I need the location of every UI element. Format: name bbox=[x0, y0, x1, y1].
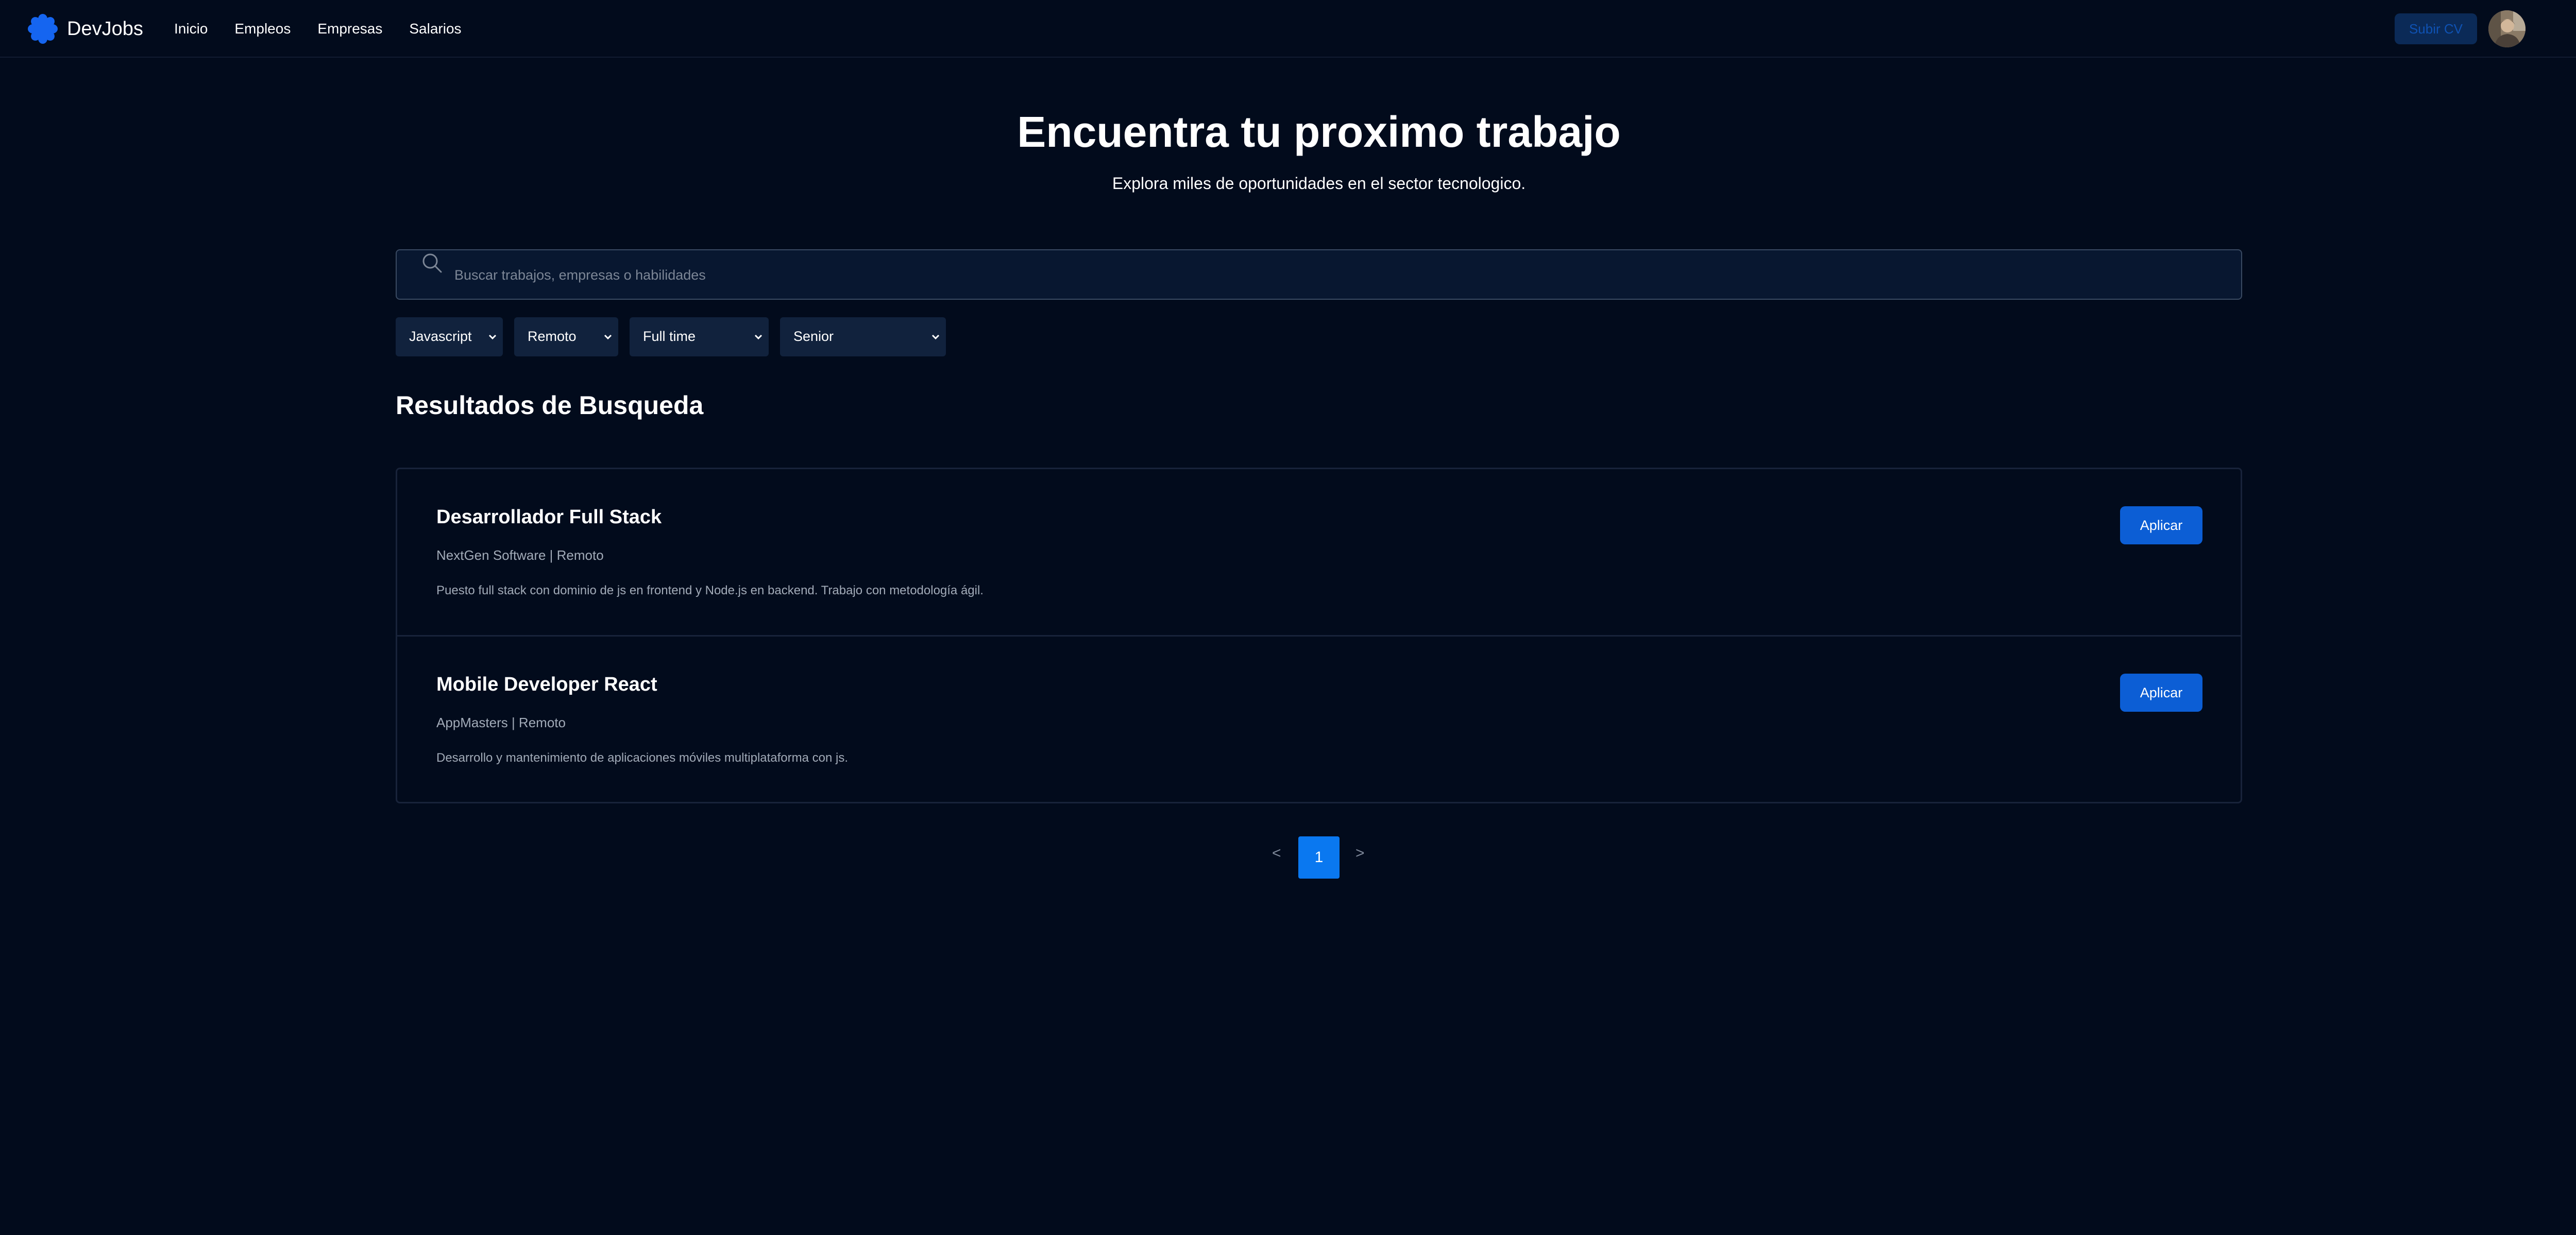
search-icon bbox=[422, 253, 442, 273]
filter-location-select[interactable]: Remoto bbox=[514, 317, 618, 356]
avatar[interactable] bbox=[2488, 10, 2526, 47]
job-list: Desarrollador Full Stack NextGen Softwar… bbox=[396, 468, 2242, 803]
filter-contract-value: Full time bbox=[643, 329, 696, 344]
pagination-next-button[interactable]: > bbox=[1355, 845, 1365, 862]
search-bar[interactable] bbox=[396, 249, 2242, 300]
job-title[interactable]: Desarrollador Full Stack bbox=[436, 506, 662, 528]
results-title: Resultados de Busqueda bbox=[396, 391, 704, 420]
page-title: Encuentra tu proximo trabajo bbox=[1017, 108, 1621, 156]
upload-cv-button[interactable]: Subir CV bbox=[2395, 13, 2477, 44]
nav-item-inicio[interactable]: Inicio bbox=[174, 18, 208, 40]
brand[interactable]: DevJobs bbox=[27, 13, 143, 45]
nav-item-empleos[interactable]: Empleos bbox=[234, 18, 291, 40]
job-title[interactable]: Mobile Developer React bbox=[436, 674, 657, 696]
job-description: Puesto full stack con dominio de js en f… bbox=[436, 584, 984, 597]
apply-button[interactable]: Aplicar bbox=[2120, 674, 2202, 712]
job-card[interactable]: Desarrollador Full Stack NextGen Softwar… bbox=[397, 469, 2241, 635]
top-navbar: DevJobs Inicio Empleos Empresas Salarios… bbox=[0, 0, 2576, 58]
nav-item-salarios[interactable]: Salarios bbox=[409, 18, 461, 40]
brand-name: DevJobs bbox=[67, 18, 143, 40]
search-input[interactable] bbox=[454, 263, 2206, 287]
filter-level-value: Senior bbox=[793, 329, 834, 344]
pagination-page-1[interactable]: 1 bbox=[1298, 836, 1340, 879]
chevron-down-icon bbox=[488, 334, 497, 340]
filter-technology-value: Javascript bbox=[409, 329, 472, 344]
filter-level-select[interactable]: Senior bbox=[780, 317, 946, 356]
job-description: Desarrollo y mantenimiento de aplicacion… bbox=[436, 751, 849, 765]
main-nav: Inicio Empleos Empresas Salarios bbox=[174, 18, 488, 40]
user-avatar-icon bbox=[2488, 10, 2526, 47]
chevron-down-icon bbox=[754, 334, 762, 340]
filter-contract-select[interactable]: Full time bbox=[630, 317, 769, 356]
apply-button[interactable]: Aplicar bbox=[2120, 506, 2202, 544]
chevron-down-icon bbox=[931, 334, 940, 340]
job-card[interactable]: Mobile Developer React AppMasters | Remo… bbox=[397, 635, 2241, 801]
filter-location-value: Remoto bbox=[528, 329, 577, 344]
job-meta: NextGen Software | Remoto bbox=[436, 547, 604, 563]
job-meta: AppMasters | Remoto bbox=[436, 715, 566, 730]
filter-technology-select[interactable]: Javascript bbox=[396, 317, 503, 356]
chevron-down-icon bbox=[604, 334, 612, 340]
pagination-prev-button[interactable]: < bbox=[1272, 845, 1281, 862]
page-subtitle: Explora miles de oportunidades en el sec… bbox=[1112, 174, 1526, 193]
nav-item-empresas[interactable]: Empresas bbox=[317, 18, 382, 40]
gear-flower-icon bbox=[28, 14, 58, 44]
